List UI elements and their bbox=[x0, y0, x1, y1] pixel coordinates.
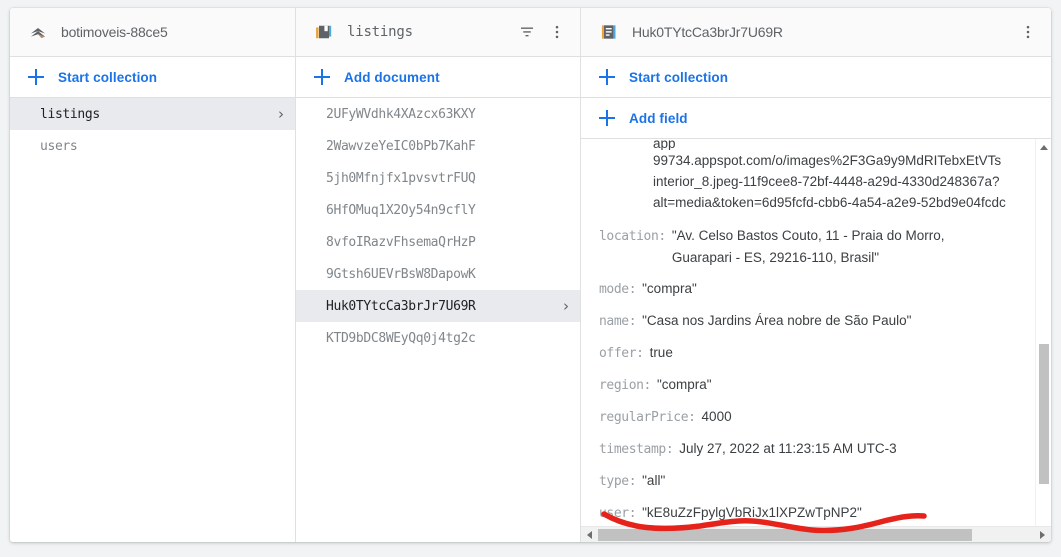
document-fields-region: app 99734.appspot.com/o/images%2F3Ga9y9M… bbox=[581, 139, 1051, 542]
plus-icon bbox=[599, 110, 615, 126]
field-row[interactable]: timestamp: July 27, 2022 at 11:23:15 AM … bbox=[581, 438, 1035, 470]
field-row[interactable]: type: "all" bbox=[581, 470, 1035, 502]
field-key: regularPrice: bbox=[599, 410, 696, 425]
plus-icon bbox=[599, 69, 615, 85]
clipped-url-field: app 99734.appspot.com/o/images%2F3Ga9y9M… bbox=[581, 139, 1035, 213]
start-collection-button-left[interactable]: Start collection bbox=[10, 57, 295, 98]
document-header-actions bbox=[1015, 19, 1041, 45]
url-line: interior_8.jpeg-11f9cee8-72bf-4448-a29d-… bbox=[653, 174, 1000, 189]
firestore-console-page: botimoveis-88ce5 Start collection listin… bbox=[0, 0, 1061, 557]
project-name: botimoveis-88ce5 bbox=[61, 24, 168, 40]
collection-panel-header: listings bbox=[296, 8, 580, 57]
vertical-scrollbar-thumb[interactable] bbox=[1039, 344, 1049, 484]
kebab-menu-icon[interactable] bbox=[544, 19, 570, 45]
collection-title: listings bbox=[347, 24, 413, 40]
collection-panel: listings Add document 2UFyWVdhk4XAzcx63K… bbox=[296, 8, 581, 542]
field-row[interactable]: offer: true bbox=[581, 342, 1035, 374]
project-panel-header: botimoveis-88ce5 bbox=[10, 8, 295, 57]
document-fields-list: app 99734.appspot.com/o/images%2F3Ga9y9M… bbox=[581, 139, 1035, 534]
url-line: alt=media&token=6d95fcfd-cbb6-4a54-a2e9-… bbox=[653, 195, 1006, 210]
horizontal-scrollbar-thumb[interactable] bbox=[598, 528, 972, 541]
document-list-item[interactable]: 2UFyWVdhk4XAzcx63KXY bbox=[296, 98, 580, 130]
scroll-up-arrow-icon[interactable] bbox=[1036, 139, 1051, 156]
field-value: true bbox=[649, 345, 673, 360]
document-list-item[interactable]: Huk0TYtcCa3brJr7U69R › bbox=[296, 290, 580, 322]
collection-name: listings bbox=[40, 106, 100, 122]
document-id: Huk0TYtcCa3brJr7U69R bbox=[326, 298, 476, 314]
field-key: user: bbox=[599, 506, 637, 521]
collection-list: listings › users bbox=[10, 98, 295, 542]
field-value: "compra" bbox=[642, 281, 697, 296]
field-row[interactable]: region: "compra" bbox=[581, 374, 1035, 406]
field-key: offer: bbox=[599, 346, 644, 361]
horizontal-scrollbar[interactable] bbox=[581, 526, 1051, 542]
add-document-label: Add document bbox=[344, 69, 440, 85]
field-row[interactable]: regularPrice: 4000 bbox=[581, 406, 1035, 438]
document-id: 9Gtsh6UEVrBsW8DapowK bbox=[326, 266, 476, 282]
document-list-item[interactable]: KTD9bDC8WEyQq0j4tg2c bbox=[296, 322, 580, 354]
add-field-button[interactable]: Add field bbox=[581, 98, 1051, 139]
field-key: type: bbox=[599, 474, 637, 489]
collection-name: users bbox=[40, 138, 78, 154]
clipped-url-top-line: app bbox=[653, 139, 676, 150]
field-key: mode: bbox=[599, 282, 637, 297]
document-id: 6HfOMuq1X2Oy54n9cflY bbox=[326, 202, 476, 218]
field-value: "compra" bbox=[657, 377, 712, 392]
field-value: "all" bbox=[642, 473, 666, 488]
field-key: name: bbox=[599, 314, 637, 329]
field-row[interactable]: mode: "compra" bbox=[581, 278, 1035, 310]
document-icon bbox=[601, 25, 616, 39]
document-list-item[interactable]: 2WawvzeYeIC0bPb7KahF bbox=[296, 130, 580, 162]
field-key: location: bbox=[599, 229, 666, 244]
project-panel: botimoveis-88ce5 Start collection listin… bbox=[10, 8, 296, 542]
document-list-item[interactable]: 5jh0Mfnjfx1pvsvtrFUQ bbox=[296, 162, 580, 194]
document-id: 2WawvzeYeIC0bPb7KahF bbox=[326, 138, 476, 154]
field-value: "Av. Celso Bastos Couto, 11 - Praia do M… bbox=[671, 228, 945, 265]
field-value: "kE8uZzFpylgVbRiJx1lXPZwTpNP2" bbox=[642, 505, 862, 520]
chevron-right-icon: › bbox=[561, 296, 570, 315]
document-id: 2UFyWVdhk4XAzcx63KXY bbox=[326, 106, 476, 122]
plus-icon bbox=[28, 69, 44, 85]
document-list-item[interactable]: 6HfOMuq1X2Oy54n9cflY bbox=[296, 194, 580, 226]
vertical-scrollbar[interactable] bbox=[1035, 139, 1051, 542]
start-collection-button-right[interactable]: Start collection bbox=[581, 57, 1051, 98]
field-key: timestamp: bbox=[599, 442, 674, 457]
scroll-left-arrow-icon[interactable] bbox=[581, 527, 598, 543]
document-id: 8vfoIRazvFhsemaQrHzP bbox=[326, 234, 476, 250]
start-collection-label: Start collection bbox=[629, 69, 729, 85]
url-line: 99734.appspot.com/o/images%2F3Ga9y9MdRIT… bbox=[653, 153, 1002, 168]
document-list: 2UFyWVdhk4XAzcx63KXY 2WawvzeYeIC0bPb7Kah… bbox=[296, 98, 580, 542]
field-row[interactable]: location: "Av. Celso Bastos Couto, 11 - … bbox=[581, 225, 1035, 269]
document-list-item[interactable]: 9Gtsh6UEVrBsW8DapowK bbox=[296, 258, 580, 290]
collection-icon bbox=[316, 25, 332, 39]
field-row[interactable]: name: "Casa nos Jardins Área nobre de Sã… bbox=[581, 310, 1035, 342]
horizontal-scrollbar-track[interactable] bbox=[598, 527, 1034, 543]
kebab-menu-icon[interactable] bbox=[1015, 19, 1041, 45]
document-id-title: Huk0TYtcCa3brJr7U69R bbox=[632, 24, 783, 40]
field-value: July 27, 2022 at 11:23:15 AM UTC-3 bbox=[679, 441, 897, 456]
field-key: region: bbox=[599, 378, 651, 393]
collection-header-actions bbox=[514, 19, 570, 45]
plus-icon bbox=[314, 69, 330, 85]
document-id: KTD9bDC8WEyQq0j4tg2c bbox=[326, 330, 476, 346]
scroll-right-arrow-icon[interactable] bbox=[1034, 527, 1051, 543]
add-document-button[interactable]: Add document bbox=[296, 57, 580, 98]
document-id: 5jh0Mfnjfx1pvsvtrFUQ bbox=[326, 170, 476, 186]
add-field-label: Add field bbox=[629, 110, 688, 126]
chevron-right-icon: › bbox=[276, 104, 285, 123]
field-value: 4000 bbox=[701, 409, 732, 424]
document-panel-header: Huk0TYtcCa3brJr7U69R bbox=[581, 8, 1051, 57]
document-panel: Huk0TYtcCa3brJr7U69R Start collection Ad… bbox=[581, 8, 1051, 542]
data-browser-card: botimoveis-88ce5 Start collection listin… bbox=[10, 8, 1051, 542]
field-value: "Casa nos Jardins Área nobre de São Paul… bbox=[642, 313, 912, 328]
firebase-project-icon bbox=[30, 28, 46, 39]
collection-list-item[interactable]: listings › bbox=[10, 98, 295, 130]
filter-icon[interactable] bbox=[514, 19, 540, 45]
collection-list-item[interactable]: users bbox=[10, 130, 295, 162]
document-list-item[interactable]: 8vfoIRazvFhsemaQrHzP bbox=[296, 226, 580, 258]
start-collection-label: Start collection bbox=[58, 69, 158, 85]
